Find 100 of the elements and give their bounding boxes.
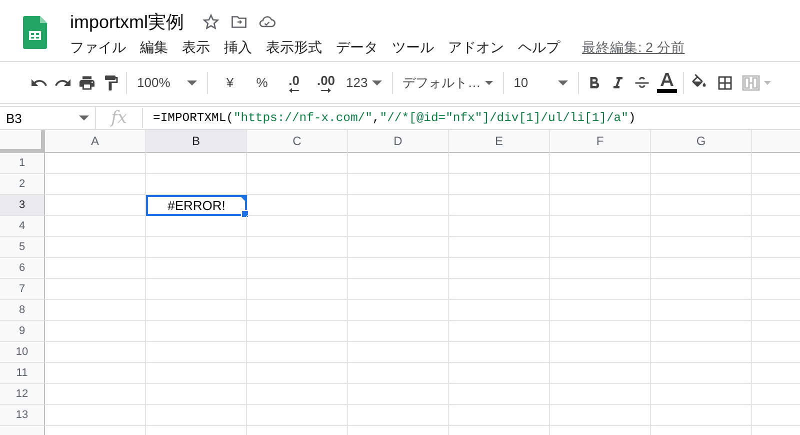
row-header[interactable]: 9 <box>0 321 45 342</box>
column-header[interactable]: E <box>449 130 550 153</box>
table-cell[interactable] <box>449 321 550 342</box>
row-header[interactable]: 2 <box>0 174 45 195</box>
menu-item[interactable]: ヘルプ <box>518 39 574 57</box>
row-header[interactable]: 10 <box>0 342 45 363</box>
table-cell[interactable] <box>550 174 651 195</box>
table-cell[interactable] <box>45 174 146 195</box>
table-cell[interactable] <box>449 300 550 321</box>
table-cell[interactable] <box>45 237 146 258</box>
font-size-dropdown[interactable]: 10 <box>514 70 568 96</box>
star-icon[interactable] <box>202 13 220 31</box>
table-cell[interactable] <box>247 363 348 384</box>
table-cell[interactable] <box>348 279 449 300</box>
table-cell[interactable] <box>651 321 752 342</box>
table-cell[interactable] <box>348 195 449 216</box>
table-cell[interactable] <box>247 216 348 237</box>
table-cell[interactable] <box>348 384 449 405</box>
menu-item[interactable]: 表示形式 <box>266 39 336 57</box>
table-cell[interactable] <box>45 153 146 174</box>
table-cell[interactable] <box>247 153 348 174</box>
number-format-dropdown[interactable]: 123 <box>346 70 382 96</box>
table-cell[interactable] <box>449 195 550 216</box>
table-cell[interactable] <box>146 363 247 384</box>
sheets-logo-icon[interactable] <box>23 16 47 49</box>
table-cell[interactable] <box>651 300 752 321</box>
font-dropdown[interactable]: デフォルト… <box>402 70 493 96</box>
table-cell[interactable]: #ERROR! <box>146 195 247 216</box>
table-cell[interactable] <box>348 300 449 321</box>
menu-item[interactable]: ファイル <box>70 39 140 57</box>
row-header[interactable]: 11 <box>0 363 45 384</box>
row-header[interactable]: 6 <box>0 258 45 279</box>
table-cell[interactable] <box>348 405 449 426</box>
table-cell[interactable] <box>247 321 348 342</box>
table-cell[interactable] <box>550 195 651 216</box>
fill-handle[interactable] <box>241 210 249 218</box>
table-cell[interactable] <box>146 216 247 237</box>
table-cell[interactable] <box>247 279 348 300</box>
table-cell[interactable] <box>45 279 146 300</box>
table-cell[interactable] <box>247 342 348 363</box>
table-cell[interactable] <box>550 342 651 363</box>
table-cell[interactable] <box>146 300 247 321</box>
table-cell[interactable] <box>45 342 146 363</box>
table-cell[interactable] <box>651 216 752 237</box>
table-cell[interactable] <box>651 174 752 195</box>
row-header[interactable]: 7 <box>0 279 45 300</box>
table-cell[interactable] <box>550 237 651 258</box>
table-cell[interactable] <box>651 363 752 384</box>
select-all-corner[interactable] <box>0 130 45 153</box>
menu-item[interactable]: 編集 <box>140 39 182 57</box>
table-cell[interactable] <box>348 153 449 174</box>
table-cell[interactable] <box>550 384 651 405</box>
table-cell[interactable] <box>348 321 449 342</box>
table-cell[interactable] <box>146 342 247 363</box>
table-cell[interactable] <box>651 405 752 426</box>
table-cell[interactable] <box>449 279 550 300</box>
table-cell[interactable] <box>449 363 550 384</box>
table-cell[interactable] <box>449 237 550 258</box>
table-cell[interactable] <box>348 342 449 363</box>
table-cell[interactable] <box>146 384 247 405</box>
borders-icon[interactable] <box>716 74 734 92</box>
table-cell[interactable] <box>247 300 348 321</box>
table-cell[interactable] <box>651 258 752 279</box>
table-cell[interactable] <box>45 405 146 426</box>
table-cell[interactable] <box>146 258 247 279</box>
table-cell[interactable] <box>651 153 752 174</box>
column-header[interactable]: D <box>348 130 449 153</box>
row-header[interactable]: 12 <box>0 384 45 405</box>
decrease-decimal-button[interactable]: .0 <box>282 70 306 96</box>
table-cell[interactable] <box>550 321 651 342</box>
table-cell[interactable] <box>45 363 146 384</box>
table-cell[interactable] <box>550 258 651 279</box>
table-cell[interactable] <box>45 195 146 216</box>
table-cell[interactable] <box>146 321 247 342</box>
menu-item[interactable]: データ <box>336 39 392 57</box>
table-cell[interactable] <box>651 195 752 216</box>
column-header[interactable]: G <box>651 130 752 153</box>
table-cell[interactable] <box>651 342 752 363</box>
document-title[interactable]: importxml実例 <box>70 10 184 34</box>
table-cell[interactable] <box>45 321 146 342</box>
table-cell[interactable] <box>247 258 348 279</box>
table-cell[interactable] <box>45 300 146 321</box>
table-cell[interactable] <box>348 258 449 279</box>
table-cell[interactable] <box>247 195 348 216</box>
menu-item[interactable]: ツール <box>392 39 448 57</box>
table-cell[interactable] <box>146 237 247 258</box>
table-cell[interactable] <box>45 216 146 237</box>
table-cell[interactable] <box>550 153 651 174</box>
column-header[interactable]: F <box>550 130 651 153</box>
merge-cells-icon[interactable] <box>742 74 772 92</box>
table-cell[interactable] <box>449 342 550 363</box>
row-header[interactable]: 1 <box>0 153 45 174</box>
table-cell[interactable] <box>247 174 348 195</box>
row-header[interactable]: 8 <box>0 300 45 321</box>
table-cell[interactable] <box>651 384 752 405</box>
table-cell[interactable] <box>550 300 651 321</box>
table-cell[interactable] <box>146 405 247 426</box>
formula-input[interactable]: =IMPORTXML("https://nf-x.com/","//*[@id="nfx"]/div[1]/ul/li[1]/a") <box>143 111 636 125</box>
table-cell[interactable] <box>550 216 651 237</box>
table-cell[interactable] <box>449 216 550 237</box>
